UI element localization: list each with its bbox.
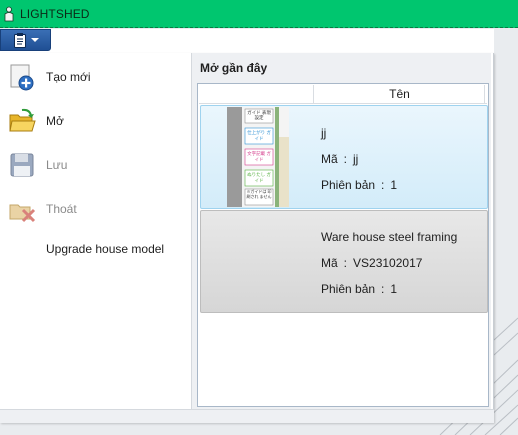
- save-disk-icon: [10, 153, 34, 177]
- thumb-label: ガイド 表現設定: [247, 110, 271, 120]
- menu-item-label: Upgrade house model: [46, 242, 165, 256]
- menu-item-new[interactable]: Tạo mới: [0, 57, 190, 97]
- code-label: Mã: [321, 256, 338, 270]
- separator: :: [381, 282, 385, 296]
- version-label: Phiên bản: [321, 178, 376, 192]
- separator: :: [381, 178, 385, 192]
- thumb-label: ぬりたし ガイド: [247, 172, 271, 183]
- file-menu: Tạo mới Mở Lưu Thoát Upgrade house model: [0, 53, 190, 409]
- menu-item-exit[interactable]: Thoát: [0, 189, 190, 229]
- menu-item-open[interactable]: Mở: [0, 101, 190, 141]
- menu-item-label: Lưu: [46, 158, 68, 172]
- toolbar: [0, 29, 494, 53]
- thumb-label: 仕上がり ガイド: [247, 130, 271, 141]
- column-header-name[interactable]: Tên: [315, 85, 485, 104]
- recent-list: Tên ガイド 表現設定 仕上がり ガイド 文字記載 ガイド ぬりたし ガイド …: [197, 83, 489, 407]
- recent-item[interactable]: Ware house steel framing Mã: VS23102017 P…: [200, 210, 488, 313]
- code-value: jj: [353, 152, 359, 166]
- exit-icon: [9, 204, 36, 223]
- recent-title: Mở gần đây: [200, 61, 268, 75]
- open-folder-icon: [9, 108, 36, 132]
- version-label: Phiên bản: [321, 282, 376, 296]
- separator: :: [343, 152, 348, 166]
- person-icon: [4, 6, 14, 21]
- item-version: Phiên bản:1: [321, 178, 397, 192]
- status-bar: [0, 409, 494, 423]
- window-title: LIGHTSHED: [20, 6, 90, 21]
- column-header-thumbnail[interactable]: [199, 85, 314, 104]
- menu-item-label: Thoát: [46, 202, 77, 216]
- item-code: Mã: jj: [321, 152, 358, 166]
- version-value: 1: [390, 282, 398, 296]
- recent-item[interactable]: ガイド 表現設定 仕上がり ガイド 文字記載 ガイド ぬりたし ガイド ※ガイド…: [200, 105, 488, 209]
- thumbnail-labels: ガイド 表現設定 仕上がり ガイド 文字記載 ガイド ぬりたし ガイド ※ガイド…: [227, 107, 289, 207]
- title-bar: LIGHTSHED: [0, 0, 518, 28]
- list-header: Tên: [199, 85, 487, 104]
- new-document-icon: [10, 64, 34, 91]
- item-version: Phiên bản:1: [321, 282, 397, 296]
- separator: :: [343, 256, 348, 270]
- code-label: Mã: [321, 152, 338, 166]
- menu-item-save[interactable]: Lưu: [0, 145, 190, 185]
- code-value: VS23102017: [353, 256, 423, 270]
- thumb-label: ※ガイドは 印刷され ません: [246, 189, 272, 199]
- thumb-label: 文字記載 ガイド: [247, 151, 271, 162]
- menu-item-upgrade-house-model[interactable]: Upgrade house model: [0, 229, 190, 269]
- item-name: jj: [321, 126, 327, 140]
- chevron-down-icon: [30, 38, 39, 42]
- app-menu-button[interactable]: [0, 29, 51, 51]
- clipboard-icon: [13, 33, 26, 48]
- item-name: Ware house steel framing: [321, 230, 458, 244]
- backstage-window: Tạo mới Mở Lưu Thoát Upgrade house model…: [0, 53, 494, 423]
- item-code: Mã: VS23102017: [321, 256, 422, 270]
- version-value: 1: [390, 178, 398, 192]
- menu-item-label: Tạo mới: [46, 70, 91, 84]
- menu-item-label: Mở: [46, 114, 64, 128]
- recent-panel: Mở gần đây Tên ガイド 表現設定 仕上がり ガイド 文字記載 ガイ…: [191, 53, 491, 409]
